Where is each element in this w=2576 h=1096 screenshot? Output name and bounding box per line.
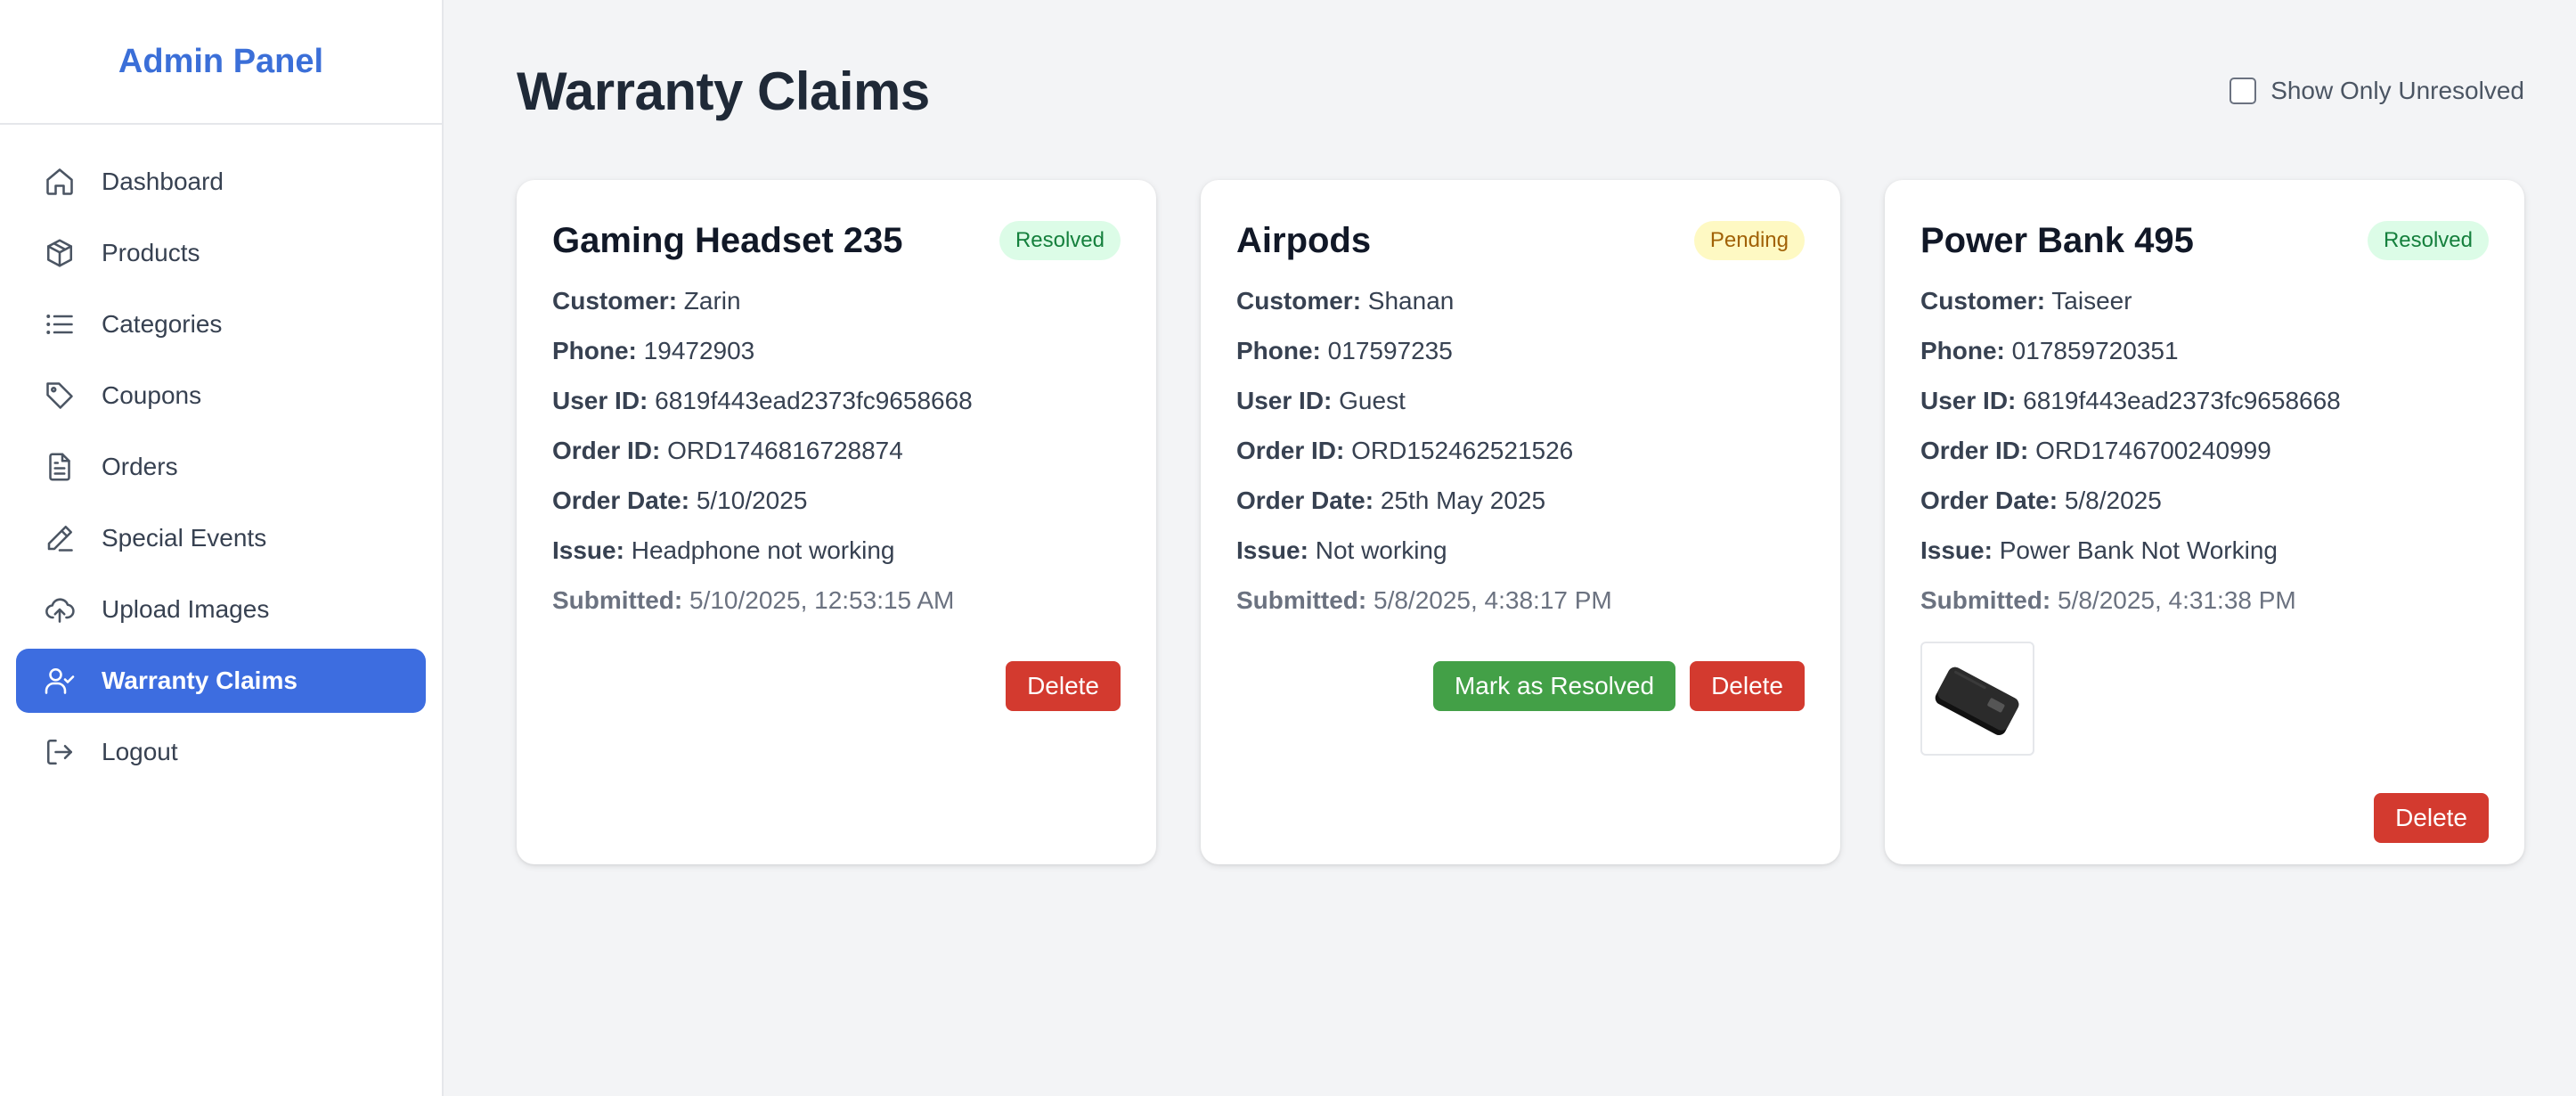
claim-product-title: Gaming Headset 235 xyxy=(552,220,903,260)
delete-button[interactable]: Delete xyxy=(1690,661,1805,711)
sidebar-item-label: Special Events xyxy=(102,524,267,552)
claim-customer: Customer: Taiseer xyxy=(1920,287,2132,315)
claim-phone: Phone: 017597235 xyxy=(1236,337,1453,364)
claim-order-id: Order ID: ORD152462521526 xyxy=(1236,437,1574,464)
claim-card: Gaming Headset 235 Resolved Customer: Za… xyxy=(517,180,1156,864)
tag-icon xyxy=(43,379,77,413)
sidebar-item-special-events[interactable]: Special Events xyxy=(16,506,426,570)
sidebar-item-label: Dashboard xyxy=(102,168,224,195)
sidebar-item-products[interactable]: Products xyxy=(16,221,426,285)
claim-order-id: Order ID: ORD1746700240999 xyxy=(1920,437,2271,464)
sidebar-item-upload-images[interactable]: Upload Images xyxy=(16,577,426,642)
claim-product-title: Airpods xyxy=(1236,220,1372,260)
claim-submitted: Submitted: 5/10/2025, 12:53:15 AM xyxy=(552,586,955,614)
home-icon xyxy=(43,165,77,199)
user-check-icon xyxy=(43,664,77,698)
sidebar-item-label: Orders xyxy=(102,453,178,480)
status-badge: Pending xyxy=(1693,221,1805,260)
main-content: Warranty Claims Show Only Unresolved Gam… xyxy=(444,0,2576,1096)
claim-customer: Customer: Shanan xyxy=(1236,287,1455,315)
brand-title: Admin Panel xyxy=(0,0,442,125)
sidebar-item-label: Products xyxy=(102,239,200,266)
sidebar-item-label: Warranty Claims xyxy=(102,667,298,694)
sidebar-item-logout[interactable]: Logout xyxy=(16,720,426,784)
power-bank-image xyxy=(1935,667,2019,736)
claim-issue: Issue: Power Bank Not Working xyxy=(1920,536,2278,564)
claim-phone: Phone: 017859720351 xyxy=(1920,337,2179,364)
unresolved-filter-label: Show Only Unresolved xyxy=(2270,77,2524,104)
page-header: Warranty Claims Show Only Unresolved xyxy=(517,55,2524,127)
unresolved-filter[interactable]: Show Only Unresolved xyxy=(2230,77,2524,105)
status-badge: Resolved xyxy=(999,221,1121,260)
list-icon xyxy=(43,307,77,341)
upload-cloud-icon xyxy=(43,593,77,626)
claim-submitted: Submitted: 5/8/2025, 4:31:38 PM xyxy=(1920,586,2296,614)
sidebar-item-categories[interactable]: Categories xyxy=(16,292,426,356)
sidebar-nav: Dashboard Products Categories Coupons Or… xyxy=(0,125,442,784)
sidebar: Admin Panel Dashboard Products Categorie… xyxy=(0,0,444,1096)
claim-phone: Phone: 19472903 xyxy=(552,337,755,364)
claim-user-id: User ID: 6819f443ead2373fc9658668 xyxy=(1920,387,2341,414)
claim-customer: Customer: Zarin xyxy=(552,287,741,315)
claim-card: Power Bank 495 Resolved Customer: Taisee… xyxy=(1885,180,2524,864)
page-title: Warranty Claims xyxy=(517,61,930,121)
status-badge: Resolved xyxy=(2367,221,2489,260)
claim-order-id: Order ID: ORD1746816728874 xyxy=(552,437,903,464)
claim-order-date: Order Date: 25th May 2025 xyxy=(1236,487,1546,514)
logout-icon xyxy=(43,735,77,769)
claims-grid: Gaming Headset 235 Resolved Customer: Za… xyxy=(517,180,2524,864)
claim-issue: Issue: Not working xyxy=(1236,536,1447,564)
claim-card: Airpods Pending Customer: Shanan Phone: … xyxy=(1201,180,1840,864)
claim-user-id: User ID: 6819f443ead2373fc9658668 xyxy=(552,387,973,414)
claim-issue: Issue: Headphone not working xyxy=(552,536,895,564)
claim-order-date: Order Date: 5/10/2025 xyxy=(552,487,808,514)
sidebar-item-label: Coupons xyxy=(102,381,202,409)
pen-icon xyxy=(43,521,77,555)
sidebar-item-warranty-claims[interactable]: Warranty Claims xyxy=(16,649,426,713)
box-icon xyxy=(43,236,77,270)
document-icon xyxy=(43,450,77,484)
sidebar-item-label: Categories xyxy=(102,310,223,338)
sidebar-item-label: Upload Images xyxy=(102,595,270,623)
claim-product-title: Power Bank 495 xyxy=(1920,220,2194,260)
sidebar-item-dashboard[interactable]: Dashboard xyxy=(16,150,426,214)
claim-user-id: User ID: Guest xyxy=(1236,387,1406,414)
sidebar-item-label: Logout xyxy=(102,738,178,765)
sidebar-item-coupons[interactable]: Coupons xyxy=(16,364,426,428)
unresolved-checkbox[interactable] xyxy=(2230,78,2257,104)
delete-button[interactable]: Delete xyxy=(2374,793,2489,843)
mark-resolved-button[interactable]: Mark as Resolved xyxy=(1432,661,1676,711)
sidebar-item-orders[interactable]: Orders xyxy=(16,435,426,499)
claim-order-date: Order Date: 5/8/2025 xyxy=(1920,487,2162,514)
claim-submitted: Submitted: 5/8/2025, 4:38:17 PM xyxy=(1236,586,1612,614)
delete-button[interactable]: Delete xyxy=(1006,661,1121,711)
claim-attachment-thumbnail[interactable] xyxy=(1920,642,2034,756)
